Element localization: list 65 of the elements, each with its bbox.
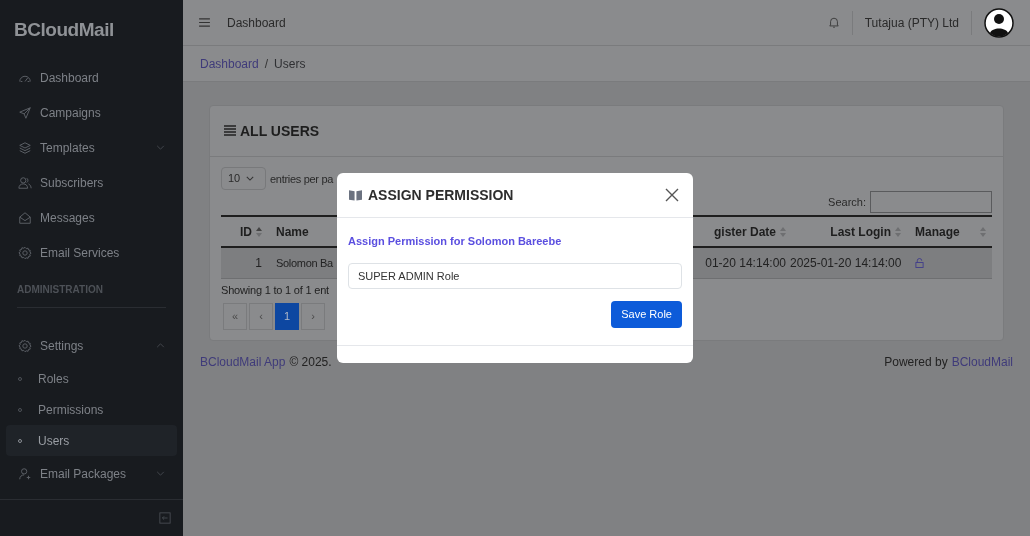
sidebar-item[interactable]: Email Services: [6, 235, 177, 270]
close-button[interactable]: [665, 187, 681, 203]
page-button[interactable]: ›: [301, 302, 325, 330]
sidebar-item[interactable]: Settings: [6, 328, 177, 363]
send-icon: [18, 105, 32, 120]
sidebar-item[interactable]: Subscribers: [6, 165, 177, 200]
unlock-icon[interactable]: [915, 258, 924, 268]
sort-icon[interactable]: [256, 226, 262, 237]
avatar-icon[interactable]: [984, 7, 1014, 38]
sidebar-item[interactable]: Campaigns: [6, 95, 177, 130]
modal-subtitle: Assign Permission for Solomon Bareebe: [348, 234, 563, 249]
copyright-text: © 2025.: [289, 354, 332, 371]
sidebar-item[interactable]: Messages: [6, 200, 177, 235]
sort-icon[interactable]: [780, 226, 786, 237]
footer-link[interactable]: BCloudMail App: [200, 353, 286, 371]
sidebar-item[interactable]: Email Packages: [6, 456, 177, 491]
save-role-button[interactable]: Save Role: [611, 300, 682, 328]
breadcrumb-separator: /: [264, 55, 269, 73]
users-icon: [18, 175, 32, 190]
table-cell: 01-20 14:14:00: [705, 256, 786, 270]
column-header[interactable]: Last Login: [830, 222, 891, 241]
table-info: Showing 1 to 1 of 1 ent: [221, 283, 329, 298]
page-button[interactable]: «: [223, 302, 247, 330]
entries-label: entries per pa: [270, 172, 334, 187]
footer-link[interactable]: BCloudMail: [951, 353, 1013, 371]
card-title: ALL USERS: [240, 121, 320, 141]
sidebar-subitem[interactable]: Roles: [6, 363, 177, 394]
sort-icon[interactable]: [980, 226, 986, 237]
mail-icon: [18, 210, 32, 225]
sort-icon[interactable]: [895, 226, 901, 237]
column-header[interactable]: ID: [240, 222, 252, 241]
logo: BCloudMail: [13, 17, 115, 42]
collapse-icon[interactable]: [159, 512, 171, 524]
section-title: ADMINISTRATION: [16, 283, 104, 297]
gear-icon: [18, 245, 32, 260]
layers-icon: [18, 140, 32, 155]
column-header[interactable]: Manage: [915, 222, 960, 241]
book-icon: [349, 189, 362, 201]
role-field[interactable]: SUPER ADMIN Role: [348, 262, 682, 289]
sidebar-item[interactable]: Templates: [6, 130, 177, 165]
user-plus-icon: [18, 466, 32, 481]
caret-icon: [246, 176, 255, 181]
search-label: Search:: [828, 194, 866, 210]
page-title: Dashboard: [227, 14, 286, 32]
page-size-select[interactable]: 10: [221, 167, 266, 190]
column-header[interactable]: gister Date: [713, 222, 776, 241]
search-field[interactable]: [870, 191, 992, 213]
gear-icon: [18, 338, 32, 353]
powered-by-text: Powered by: [884, 354, 948, 371]
sidebar-subitem[interactable]: Permissions: [6, 394, 177, 425]
menu-icon[interactable]: [199, 18, 210, 27]
sidebar-subitem[interactable]: Users: [6, 425, 177, 456]
company-name[interactable]: Tutajua (PTY) Ltd: [864, 13, 959, 32]
modal-title: ASSIGN PERMISSION: [368, 185, 514, 205]
list-icon: [224, 125, 236, 137]
page-button[interactable]: ‹: [249, 302, 273, 330]
breadcrumb-link[interactable]: Dashboard: [200, 54, 259, 73]
column-header[interactable]: Name: [276, 222, 309, 241]
table-cell: 1: [255, 256, 262, 270]
breadcrumb-current: Users: [274, 55, 306, 73]
page-button[interactable]: 1: [275, 302, 299, 330]
bell-icon[interactable]: [827, 16, 840, 29]
table-cell: Solomon Ba: [276, 257, 333, 269]
table-cell: 2025-01-20 14:14:00: [790, 256, 902, 270]
sidebar-item[interactable]: Dashboard: [6, 60, 177, 95]
